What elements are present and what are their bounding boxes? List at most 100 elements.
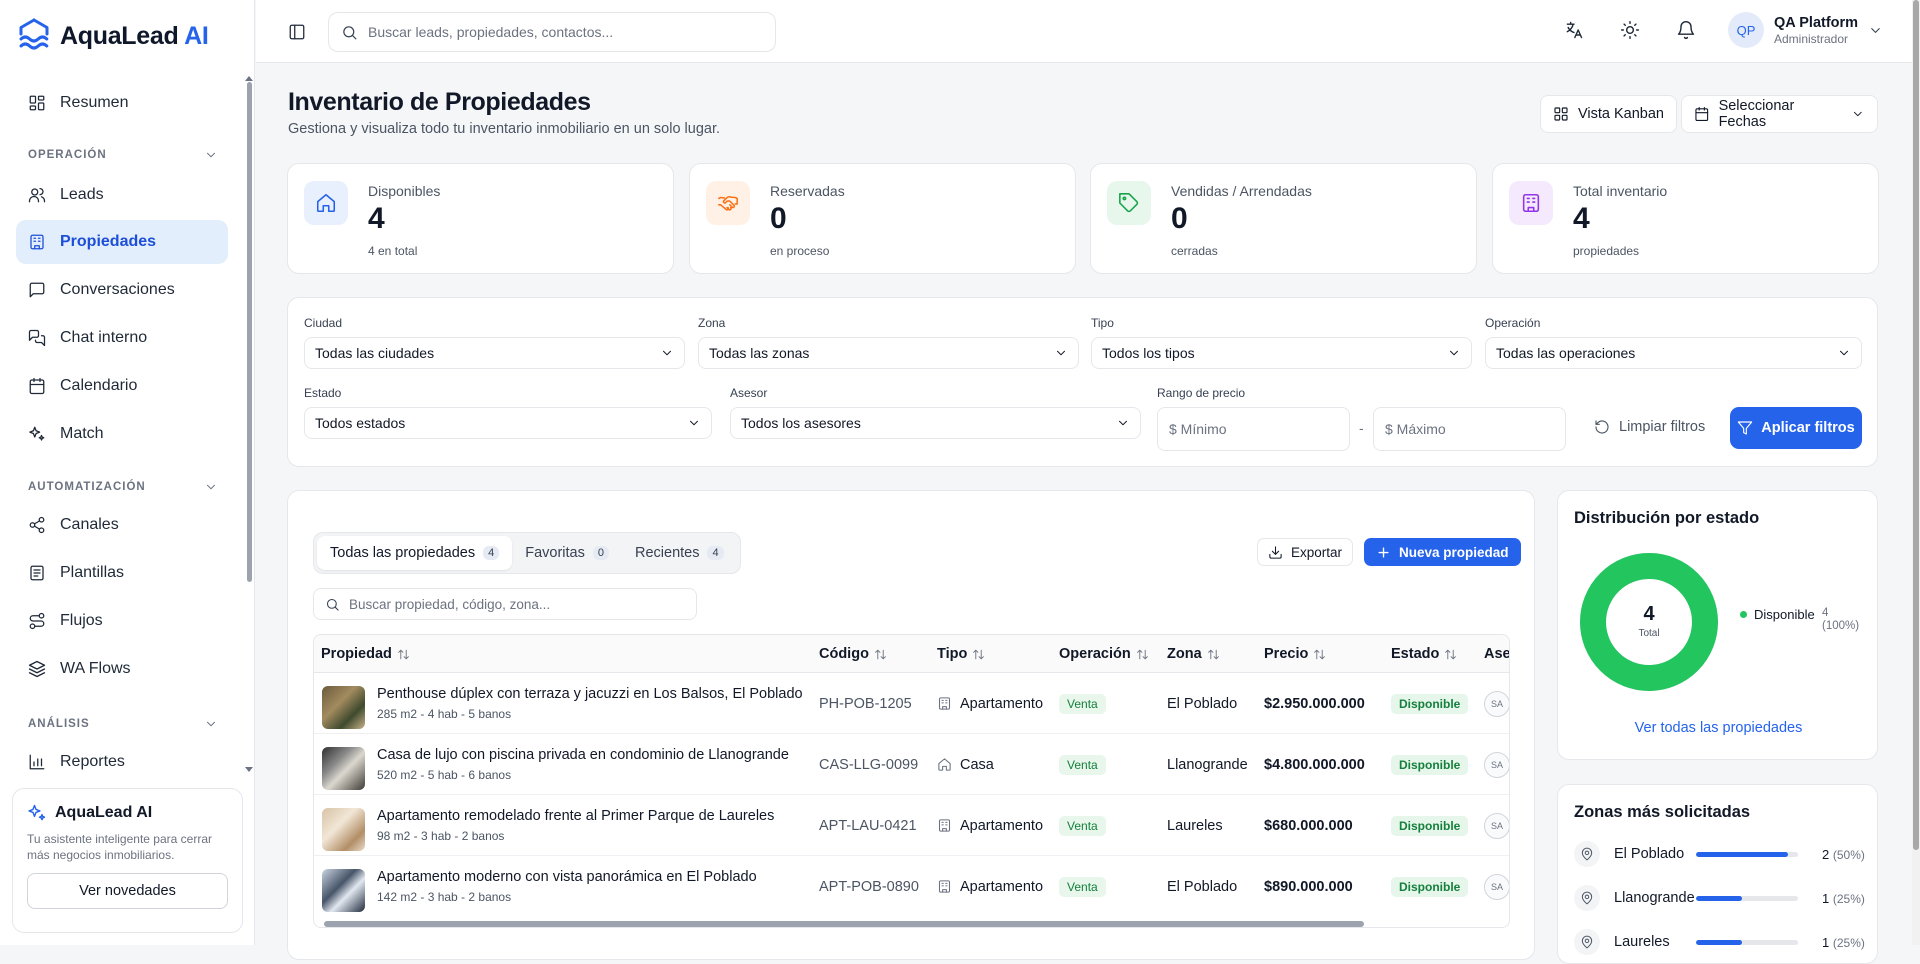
export-button[interactable]: Exportar — [1257, 538, 1354, 566]
col-asesor[interactable]: Ase — [1484, 635, 1510, 673]
sidebar-item-propiedades[interactable]: Propiedades — [16, 220, 228, 264]
new-label: Nueva propiedad — [1399, 544, 1509, 560]
sidebar-item-canales[interactable]: Canales — [16, 503, 228, 547]
col-operacion[interactable]: Operación — [1059, 635, 1149, 673]
col-zona[interactable]: Zona — [1167, 635, 1220, 673]
translate-icon[interactable] — [1564, 20, 1584, 40]
brand-name: AquaLead — [60, 21, 179, 50]
clear-filters-button[interactable]: Limpiar filtros — [1594, 419, 1705, 435]
stat-card-sold: Vendidas / Arrendadas 0 cerradas — [1090, 163, 1477, 274]
col-precio[interactable]: Precio — [1264, 635, 1326, 673]
global-search-input[interactable]: Buscar leads, propiedades, contactos... — [328, 12, 776, 52]
user-menu[interactable]: QP QA Platform Administrador — [1728, 12, 1883, 48]
tab-favorites[interactable]: Favoritas 0 — [512, 536, 622, 570]
section-label: ANÁLISIS — [28, 718, 90, 730]
kanban-view-button[interactable]: Vista Kanban — [1540, 95, 1677, 133]
table-row[interactable]: Casa de lujo con piscina privada en cond… — [314, 734, 1509, 795]
sun-icon[interactable] — [1620, 20, 1640, 40]
calendar-icon — [29, 377, 45, 395]
section-operacion[interactable]: OPERACIÓN — [28, 148, 218, 162]
avatar: SA — [1484, 690, 1509, 717]
type-select[interactable]: Todos los tipos — [1091, 337, 1472, 369]
filter-label: Asesor — [730, 386, 768, 400]
col-propiedad[interactable]: Propiedad — [321, 635, 410, 673]
grid-icon — [29, 95, 45, 111]
page-scrollbar[interactable] — [1912, 0, 1920, 945]
property-name[interactable]: Penthouse dúplex con terraza y jacuzzi e… — [377, 686, 803, 702]
operation-badge: Venta — [1059, 693, 1106, 714]
search-placeholder: Buscar propiedad, código, zona... — [349, 596, 551, 612]
table-row[interactable]: Apartamento moderno con vista panorámica… — [314, 856, 1509, 917]
pin-icon-wrap — [1574, 929, 1600, 955]
property-tabs: Todas las propiedades 4 Favoritas 0 Reci… — [313, 532, 741, 574]
operation-select[interactable]: Todas las operaciones — [1485, 337, 1862, 369]
price-cell: $4.800.000.000 — [1264, 756, 1365, 773]
scroll-down-icon[interactable] — [244, 766, 254, 774]
property-search-input[interactable]: Buscar propiedad, código, zona... — [313, 588, 697, 620]
table-row[interactable]: Penthouse dúplex con terraza y jacuzzi e… — [314, 673, 1509, 734]
sidebar-item-flujos[interactable]: Flujos — [16, 599, 228, 643]
property-details: 98 m2 - 3 hab - 2 banos — [377, 829, 505, 843]
sidebar-item-calendario[interactable]: Calendario — [16, 364, 228, 408]
see-news-button[interactable]: Ver novedades — [27, 873, 228, 909]
table-row[interactable]: Apartamento remodelado frente al Primer … — [314, 795, 1509, 856]
col-codigo[interactable]: Código — [819, 635, 887, 673]
zone-row[interactable]: Laureles 1 (25%) — [1574, 927, 1870, 957]
home-icon — [938, 758, 951, 771]
zone-select[interactable]: Todas las zonas — [698, 337, 1079, 369]
status-select[interactable]: Todos estados — [304, 407, 712, 439]
see-all-properties-link[interactable]: Ver todas las propiedades — [1558, 720, 1879, 736]
page-title: Inventario de Propiedades — [288, 88, 591, 116]
tab-label: Recientes — [635, 545, 700, 561]
table-horizontal-scrollbar[interactable] — [324, 921, 1364, 927]
sidebar-item-match[interactable]: Match — [16, 412, 228, 456]
zone-cell: El Poblado — [1167, 695, 1238, 712]
property-name[interactable]: Apartamento moderno con vista panorámica… — [377, 869, 757, 885]
max-price-input[interactable]: $ Máximo — [1373, 407, 1566, 451]
property-code: APT-LAU-0421 — [819, 817, 917, 834]
status-badge: Disponible — [1391, 815, 1469, 836]
sidebar-item-wa-flows[interactable]: WA Flows — [16, 647, 228, 691]
sidebar-item-conversaciones[interactable]: Conversaciones — [16, 268, 228, 312]
clear-label: Limpiar filtros — [1619, 419, 1706, 435]
tab-all-properties[interactable]: Todas las propiedades 4 — [317, 536, 513, 570]
export-label: Exportar — [1291, 544, 1343, 560]
scroll-up-icon[interactable] — [244, 74, 254, 82]
column-label: Ase — [1484, 646, 1510, 662]
select-dates-button[interactable]: Seleccionar Fechas — [1681, 95, 1878, 133]
col-tipo[interactable]: Tipo — [937, 635, 985, 673]
property-thumbnail — [322, 808, 365, 851]
chevron-down-icon — [1854, 111, 1863, 117]
property-name[interactable]: Apartamento remodelado frente al Primer … — [377, 808, 774, 824]
property-name[interactable]: Casa de lujo con piscina privada en cond… — [377, 747, 789, 763]
apply-filters-button[interactable]: Aplicar filtros — [1730, 407, 1862, 449]
section-analisis[interactable]: ANÁLISIS — [28, 717, 218, 731]
zone-bar — [1696, 851, 1798, 857]
sidebar-item-resumen[interactable]: Resumen — [16, 81, 228, 125]
advisor-select[interactable]: Todos los asesores — [730, 407, 1141, 439]
bell-icon[interactable] — [1676, 20, 1696, 40]
sidebar-item-plantillas[interactable]: Plantillas — [16, 551, 228, 595]
zone-name: El Poblado — [1614, 846, 1685, 862]
section-automatizacion[interactable]: AUTOMATIZACIÓN — [28, 480, 218, 494]
sidebar-item-reportes[interactable]: Reportes — [16, 740, 228, 770]
operation-cell: Venta — [1059, 795, 1106, 856]
column-label: Operación — [1059, 646, 1131, 662]
sidebar-item-chat-interno[interactable]: Chat interno — [16, 316, 228, 360]
page-scrollbar-thumb[interactable] — [1913, 0, 1919, 850]
brand-logo[interactable]: AquaLead AI — [18, 16, 209, 56]
pin-icon-wrap — [1574, 841, 1600, 867]
new-property-button[interactable]: Nueva propiedad — [1364, 538, 1521, 566]
sidebar-item-leads[interactable]: Leads — [16, 173, 228, 217]
tab-recent[interactable]: Recientes 4 — [622, 536, 737, 570]
zone-row[interactable]: Llanogrande 1 (25%) — [1574, 883, 1870, 913]
city-select[interactable]: Todas las ciudades — [304, 337, 685, 369]
sidebar-scrollbar[interactable] — [247, 82, 252, 582]
sidebar-toggle-icon[interactable] — [288, 23, 306, 41]
zone-row[interactable]: El Poblado 2 (50%) — [1574, 839, 1870, 869]
col-estado[interactable]: Estado — [1391, 635, 1457, 673]
plus-icon — [1378, 546, 1389, 558]
column-label: Tipo — [937, 646, 968, 662]
min-price-input[interactable]: $ Mínimo — [1157, 407, 1350, 451]
sidebar-nav: Resumen OPERACIÓN Leads Propiedades Conv… — [0, 70, 255, 770]
